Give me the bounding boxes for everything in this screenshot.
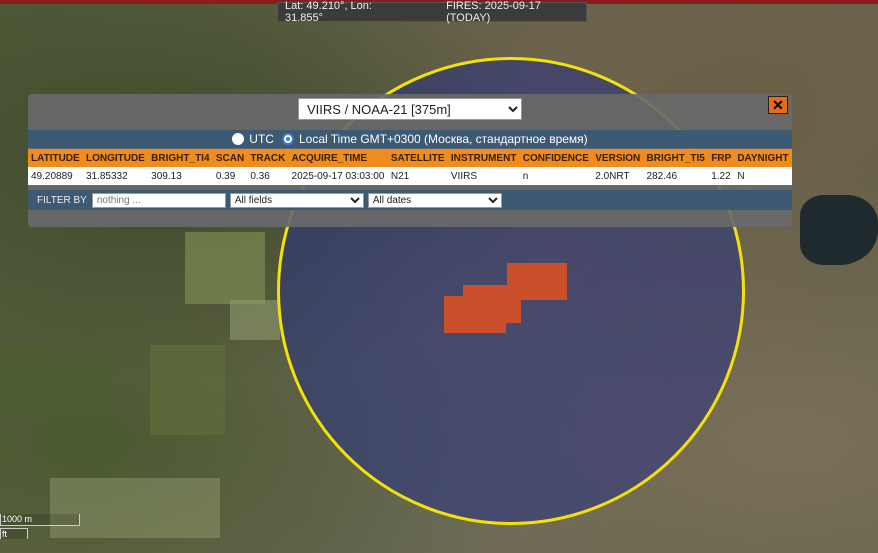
local-time-label: Local Time GMT+0300 (Москва, стандартное… (298, 132, 588, 146)
fire-hotspot[interactable] (444, 296, 506, 333)
status-bar: Lat: 49.210°, Lon: 31.855° FIRES: 2025-0… (277, 0, 587, 24)
filter-input[interactable] (91, 192, 226, 208)
table-cell: 2.0NRT (592, 167, 644, 185)
field-filter-select[interactable]: All fields (229, 192, 364, 208)
table-cell: 49.20889 (28, 167, 83, 185)
table-cell: 31.85332 (82, 167, 149, 185)
cursor-coordinates: Lat: 49.210°, Lon: 31.855° (285, 0, 372, 24)
map-field (230, 300, 280, 340)
column-header[interactable]: LONGITUDE (82, 149, 149, 167)
column-header[interactable]: VERSION (592, 149, 644, 167)
product-select[interactable]: VIIRS / NOAA-21 [375m] (298, 98, 522, 120)
utc-label: UTC (249, 132, 274, 146)
date-filter-select[interactable]: All dates (367, 192, 502, 208)
column-header[interactable]: DAYNIGHT (734, 149, 792, 167)
table-cell: 0.36 (247, 167, 289, 185)
map-field (50, 478, 220, 538)
map-field (0, 345, 105, 415)
filter-label: FILTER BY (37, 194, 87, 206)
table-cell: N21 (387, 167, 448, 185)
table-row[interactable]: 49.20889 31.85332 309.13 0.39 0.36 2025-… (28, 167, 792, 185)
map-water (800, 195, 878, 265)
column-header[interactable]: BRIGHT_TI4 (148, 149, 213, 167)
table-cell: VIIRS (447, 167, 520, 185)
table-cell: 0.39 (212, 167, 248, 185)
scale-bar-imperial: ft (0, 528, 28, 539)
column-header[interactable]: FRP (708, 149, 735, 167)
table-cell: N (734, 167, 792, 185)
table-cell: 282.46 (643, 167, 709, 185)
table-cell: 1.22 (708, 167, 735, 185)
local-time-radio[interactable] (281, 133, 294, 145)
column-header[interactable]: BRIGHT_TI5 (643, 149, 709, 167)
table-header-row: LATITUDE LONGITUDE BRIGHT_TI4 SCAN TRACK… (28, 149, 792, 167)
fire-data-table: LATITUDE LONGITUDE BRIGHT_TI4 SCAN TRACK… (28, 149, 792, 185)
table-cell: 2025-09-17 03:03:00 (288, 167, 388, 185)
timezone-row: UTC Local Time GMT+0300 (Москва, стандар… (28, 130, 792, 148)
scale-bar-metric: 1000 m (0, 514, 80, 526)
column-header[interactable]: LATITUDE (28, 149, 83, 167)
close-button[interactable]: ✕ (768, 96, 788, 114)
column-header[interactable]: INSTRUMENT (447, 149, 520, 167)
fire-info-panel: VIIRS / NOAA-21 [375m] ✕ UTC Local Time … (28, 94, 792, 227)
map-field (150, 345, 225, 435)
column-header[interactable]: ACQUIRE_TIME (288, 149, 388, 167)
table-cell: n (519, 167, 593, 185)
column-header[interactable]: SATELLITE (387, 149, 448, 167)
fires-date: FIRES: 2025-09-17 (TODAY) (446, 0, 541, 24)
filter-row: FILTER BY All fields All dates (28, 190, 792, 210)
table-cell: 309.13 (148, 167, 213, 185)
map-field (185, 232, 265, 304)
column-header[interactable]: TRACK (247, 149, 289, 167)
column-header[interactable]: CONFIDENCE (519, 149, 593, 167)
utc-radio[interactable] (232, 133, 245, 145)
column-header[interactable]: SCAN (212, 149, 248, 167)
